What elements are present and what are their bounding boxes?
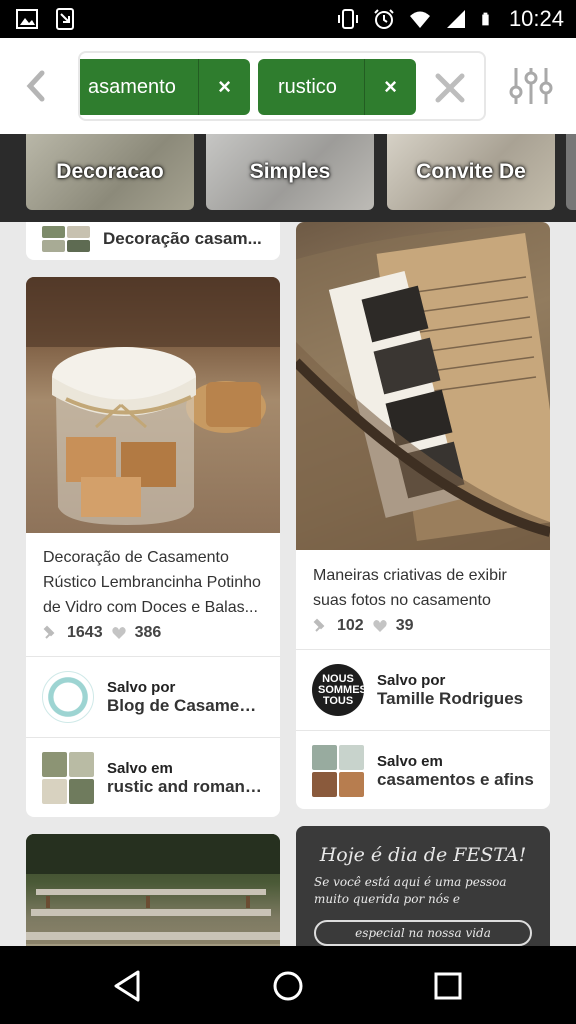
clock: 10:24 — [508, 6, 564, 31]
filter-sliders-icon — [509, 68, 553, 104]
saved-by-label: Salvo por — [107, 678, 176, 696]
alarm-icon — [374, 9, 394, 29]
saved-in-label: Salvo em — [107, 759, 173, 777]
guide-label: Decoracao — [56, 160, 164, 183]
avatar-text: NOUS SOMMES TOUS — [318, 672, 367, 707]
chalkboard-banner: especial na nossa vida — [314, 920, 532, 946]
navigation-bar — [0, 946, 576, 1024]
chip-remove-button[interactable]: × — [198, 59, 250, 115]
repin-count: 102 — [337, 617, 364, 634]
pin-card[interactable] — [26, 834, 280, 946]
pin-card[interactable]: Hoje é dia de FESTA! Se você está aqui é… — [296, 826, 550, 946]
nav-recents-button[interactable] — [426, 964, 470, 1008]
guide-tile-convite-de[interactable]: Convite De — [387, 134, 555, 210]
chalkboard-body: Se você está aqui é uma pessoa muito que… — [314, 875, 507, 906]
guide-label: Convite De — [416, 160, 526, 183]
back-arrow-icon — [26, 70, 45, 102]
saved-in-label: Salvo em — [377, 752, 443, 770]
avatar: NOUS SOMMES TOUS — [312, 664, 367, 716]
board-name: rustic and romanti... — [107, 776, 264, 796]
nav-home-button[interactable] — [266, 964, 310, 1008]
pin-image[interactable] — [26, 834, 280, 946]
nav-home-icon — [273, 971, 303, 1001]
pin-image[interactable] — [296, 222, 550, 550]
search-chip[interactable]: rustico × — [258, 59, 416, 115]
chip-label: rustico — [278, 75, 337, 98]
avatar — [42, 671, 94, 723]
nav-recents-icon — [434, 972, 462, 1000]
battery-icon — [482, 12, 489, 26]
pin-image[interactable]: Hoje é dia de FESTA! Se você está aqui é… — [296, 826, 550, 946]
pin-card-partial[interactable]: Decoração casam... — [26, 222, 280, 260]
clear-search-button[interactable] — [425, 63, 475, 113]
repin-count: 1643 — [67, 624, 103, 641]
pin-card[interactable]: Decoração de Casamento Rústico Lembranci… — [26, 277, 280, 817]
saved-in-row[interactable]: Salvo em rustic and romanti... — [26, 738, 280, 817]
wifi-icon — [409, 11, 430, 28]
back-button[interactable] — [18, 68, 54, 104]
nav-back-button[interactable] — [106, 964, 150, 1008]
status-bar: 10:24 — [0, 0, 576, 38]
repin-icon — [43, 625, 55, 639]
outdoor-tables-illustration — [26, 834, 280, 946]
chip-remove-button[interactable]: × — [364, 59, 416, 115]
pin-description: Maneiras criativas de exibir suas fotos … — [313, 567, 507, 609]
search-query-box[interactable]: asamento × rustico × — [78, 51, 486, 121]
search-header: asamento × rustico × — [0, 38, 576, 134]
chalkboard-title: Hoje é dia de FESTA! — [319, 844, 527, 866]
vibrate-icon — [337, 9, 358, 29]
filter-button[interactable] — [508, 66, 554, 106]
saved-by-name: Tamille Rodrigues — [377, 688, 524, 708]
jar-illustration — [26, 277, 280, 525]
repin-icon — [313, 618, 325, 632]
guide-label: Simples — [249, 160, 331, 183]
chip-label: asamento — [88, 75, 176, 98]
signal-icon — [446, 10, 465, 28]
saved-by-name: Blog de Casament... — [107, 695, 264, 715]
clear-icon — [435, 73, 465, 103]
pin-stats: 102 39 — [296, 613, 550, 635]
board-thumbnail — [42, 226, 90, 252]
pin-card[interactable]: Maneiras criativas de exibir suas fotos … — [296, 222, 550, 809]
photo-booth-illustration — [296, 222, 550, 550]
guided-search-bar: Decoracao Simples Convite De — [0, 134, 576, 222]
like-count: 386 — [134, 624, 162, 641]
saved-by-row[interactable]: NOUS SOMMES TOUS Salvo por Tamille Rodri… — [296, 650, 550, 730]
saved-by-label: Salvo por — [377, 671, 446, 689]
image-icon — [16, 9, 38, 29]
pin-image[interactable] — [26, 277, 280, 533]
guide-tile-decoracao[interactable]: Decoracao — [26, 134, 194, 210]
board-thumbnail — [42, 752, 94, 804]
search-chip[interactable]: asamento × — [80, 59, 250, 115]
board-name: casamentos e afins — [377, 769, 534, 789]
guide-tile-more[interactable] — [566, 134, 576, 210]
pin-feed: Decoração casam... Decoração de Casament… — [0, 222, 576, 946]
guide-tile-simples[interactable]: Simples — [206, 134, 374, 210]
download-icon — [56, 8, 74, 30]
saved-by-row[interactable]: Salvo por Blog de Casament... — [26, 657, 280, 737]
pin-description: Decoração de Casamento Rústico Lembranci… — [43, 549, 261, 616]
saved-in-row[interactable]: Salvo em casamentos e afins — [296, 731, 550, 809]
pin-stats: 1643 386 — [26, 620, 280, 642]
board-thumbnail — [312, 745, 364, 797]
board-name: Decoração casam... — [103, 229, 262, 248]
nav-back-icon — [114, 970, 140, 1002]
heart-icon — [111, 627, 126, 639]
heart-icon — [373, 620, 387, 632]
like-count: 39 — [395, 617, 414, 634]
